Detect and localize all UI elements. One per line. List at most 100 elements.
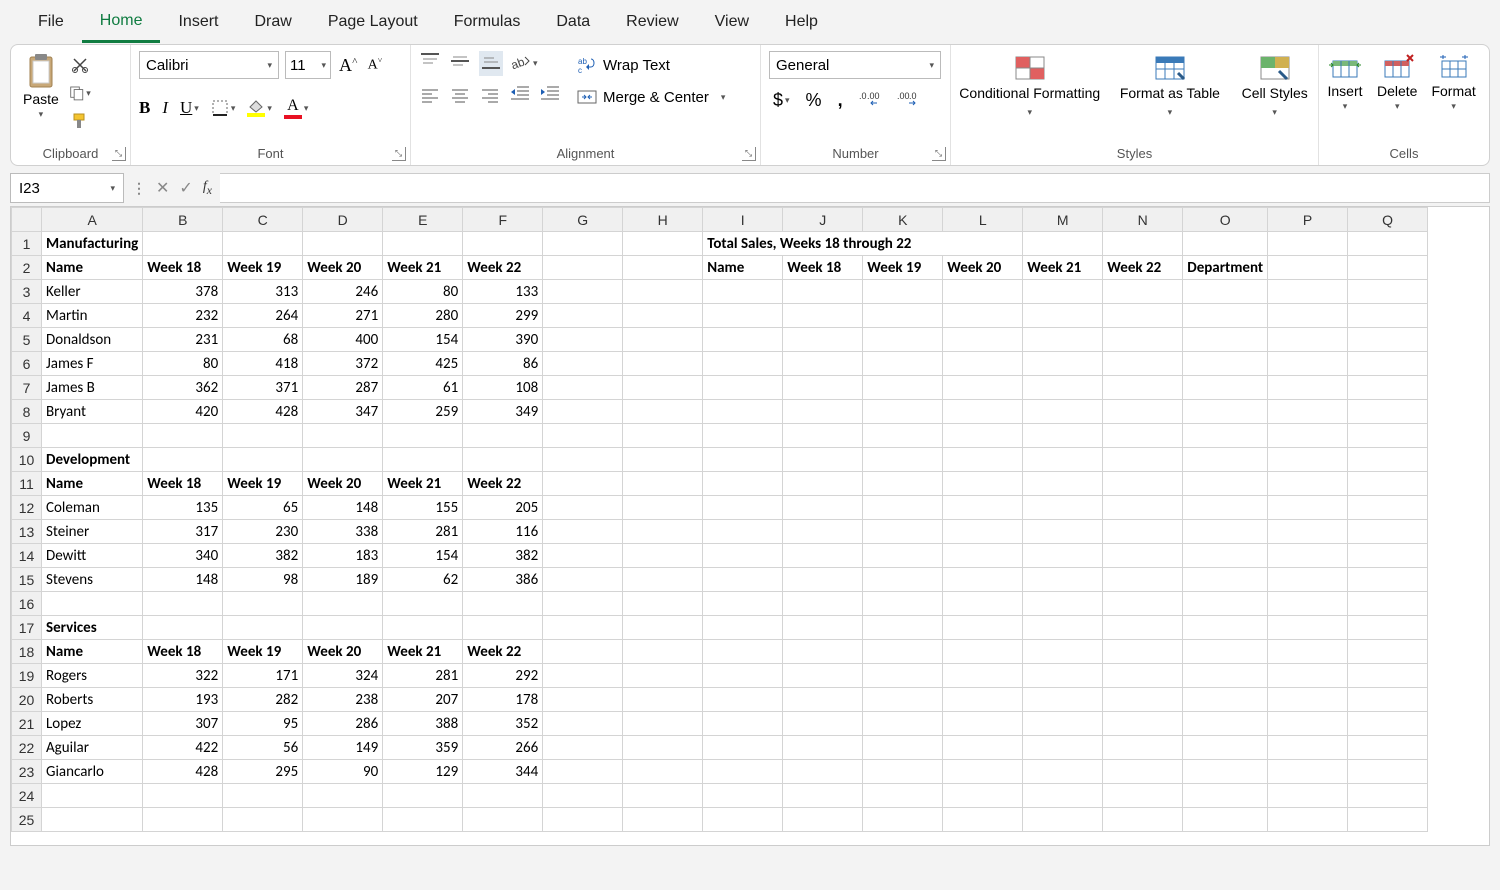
cell-E17[interactable] xyxy=(383,616,463,640)
cell-D4[interactable]: 271 xyxy=(303,304,383,328)
cell-Q9[interactable] xyxy=(1348,424,1428,448)
cell-J9[interactable] xyxy=(783,424,863,448)
cell-G20[interactable] xyxy=(543,688,623,712)
cell-C19[interactable]: 171 xyxy=(223,664,303,688)
cell-H19[interactable] xyxy=(623,664,703,688)
cell-E14[interactable]: 154 xyxy=(383,544,463,568)
cell-C18[interactable]: Week 19 xyxy=(223,640,303,664)
cell-F2[interactable]: Week 22 xyxy=(463,256,543,280)
cell-O2[interactable]: Department xyxy=(1183,256,1268,280)
cell-Q5[interactable] xyxy=(1348,328,1428,352)
cell-N25[interactable] xyxy=(1103,808,1183,832)
increase-decimal-button[interactable]: .0.00 xyxy=(859,89,881,112)
cell-J5[interactable] xyxy=(783,328,863,352)
cell-B12[interactable]: 135 xyxy=(143,496,223,520)
cell-J18[interactable] xyxy=(783,640,863,664)
cell-J12[interactable] xyxy=(783,496,863,520)
cell-F20[interactable]: 178 xyxy=(463,688,543,712)
cell-N21[interactable] xyxy=(1103,712,1183,736)
cell-A10[interactable]: Development xyxy=(42,448,143,472)
cell-G12[interactable] xyxy=(543,496,623,520)
cell-A4[interactable]: Martin xyxy=(42,304,143,328)
row-header-1[interactable]: 1 xyxy=(12,232,42,256)
cell-P25[interactable] xyxy=(1268,808,1348,832)
cell-B20[interactable]: 193 xyxy=(143,688,223,712)
format-cells-button[interactable]: Format ▾ xyxy=(1431,53,1475,112)
cell-J11[interactable] xyxy=(783,472,863,496)
cell-D23[interactable]: 90 xyxy=(303,760,383,784)
cell-L13[interactable] xyxy=(943,520,1023,544)
cell-G2[interactable] xyxy=(543,256,623,280)
cell-F15[interactable]: 386 xyxy=(463,568,543,592)
cell-I6[interactable] xyxy=(703,352,783,376)
cell-B23[interactable]: 428 xyxy=(143,760,223,784)
cell-H9[interactable] xyxy=(623,424,703,448)
cell-styles-button[interactable]: Cell Styles ▾ xyxy=(1239,53,1310,119)
cell-H8[interactable] xyxy=(623,400,703,424)
cell-F14[interactable]: 382 xyxy=(463,544,543,568)
copy-button[interactable]: ▾ xyxy=(69,83,91,103)
cell-F6[interactable]: 86 xyxy=(463,352,543,376)
align-left-button[interactable] xyxy=(419,86,441,109)
cell-C12[interactable]: 65 xyxy=(223,496,303,520)
fill-color-button[interactable]: ▾ xyxy=(247,99,272,117)
cell-O19[interactable] xyxy=(1183,664,1268,688)
cell-O10[interactable] xyxy=(1183,448,1268,472)
cell-M24[interactable] xyxy=(1023,784,1103,808)
row-header-24[interactable]: 24 xyxy=(12,784,42,808)
cell-C11[interactable]: Week 19 xyxy=(223,472,303,496)
cell-Q13[interactable] xyxy=(1348,520,1428,544)
cell-H13[interactable] xyxy=(623,520,703,544)
cell-N19[interactable] xyxy=(1103,664,1183,688)
cell-O18[interactable] xyxy=(1183,640,1268,664)
cell-M25[interactable] xyxy=(1023,808,1103,832)
cell-M2[interactable]: Week 21 xyxy=(1023,256,1103,280)
cell-N24[interactable] xyxy=(1103,784,1183,808)
cell-J19[interactable] xyxy=(783,664,863,688)
cell-I3[interactable] xyxy=(703,280,783,304)
cell-G9[interactable] xyxy=(543,424,623,448)
cell-P10[interactable] xyxy=(1268,448,1348,472)
cell-G22[interactable] xyxy=(543,736,623,760)
cell-G15[interactable] xyxy=(543,568,623,592)
cell-H5[interactable] xyxy=(623,328,703,352)
cell-B13[interactable]: 317 xyxy=(143,520,223,544)
cell-Q15[interactable] xyxy=(1348,568,1428,592)
cell-G11[interactable] xyxy=(543,472,623,496)
column-header-A[interactable]: A xyxy=(42,208,143,232)
dialog-launcher-icon[interactable]: ⤡ xyxy=(932,147,946,161)
column-header-M[interactable]: M xyxy=(1023,208,1103,232)
dialog-launcher-icon[interactable]: ⤡ xyxy=(112,147,126,161)
cell-M5[interactable] xyxy=(1023,328,1103,352)
cell-P13[interactable] xyxy=(1268,520,1348,544)
cell-C6[interactable]: 418 xyxy=(223,352,303,376)
cell-I13[interactable] xyxy=(703,520,783,544)
cell-N18[interactable] xyxy=(1103,640,1183,664)
cell-L2[interactable]: Week 20 xyxy=(943,256,1023,280)
cell-D5[interactable]: 400 xyxy=(303,328,383,352)
cell-C15[interactable]: 98 xyxy=(223,568,303,592)
cell-O17[interactable] xyxy=(1183,616,1268,640)
cell-P20[interactable] xyxy=(1268,688,1348,712)
cell-D21[interactable]: 286 xyxy=(303,712,383,736)
cell-A7[interactable]: James B xyxy=(42,376,143,400)
cell-P5[interactable] xyxy=(1268,328,1348,352)
cell-Q19[interactable] xyxy=(1348,664,1428,688)
cell-I5[interactable] xyxy=(703,328,783,352)
cell-H7[interactable] xyxy=(623,376,703,400)
cell-A20[interactable]: Roberts xyxy=(42,688,143,712)
cell-D13[interactable]: 338 xyxy=(303,520,383,544)
cell-B1[interactable] xyxy=(143,232,223,256)
column-header-E[interactable]: E xyxy=(383,208,463,232)
cell-J24[interactable] xyxy=(783,784,863,808)
cell-N8[interactable] xyxy=(1103,400,1183,424)
cell-N9[interactable] xyxy=(1103,424,1183,448)
cell-Q25[interactable] xyxy=(1348,808,1428,832)
column-header-G[interactable]: G xyxy=(543,208,623,232)
cell-J14[interactable] xyxy=(783,544,863,568)
cell-F10[interactable] xyxy=(463,448,543,472)
dialog-launcher-icon[interactable]: ⤡ xyxy=(392,147,406,161)
cell-I23[interactable] xyxy=(703,760,783,784)
row-header-25[interactable]: 25 xyxy=(12,808,42,832)
cell-I24[interactable] xyxy=(703,784,783,808)
